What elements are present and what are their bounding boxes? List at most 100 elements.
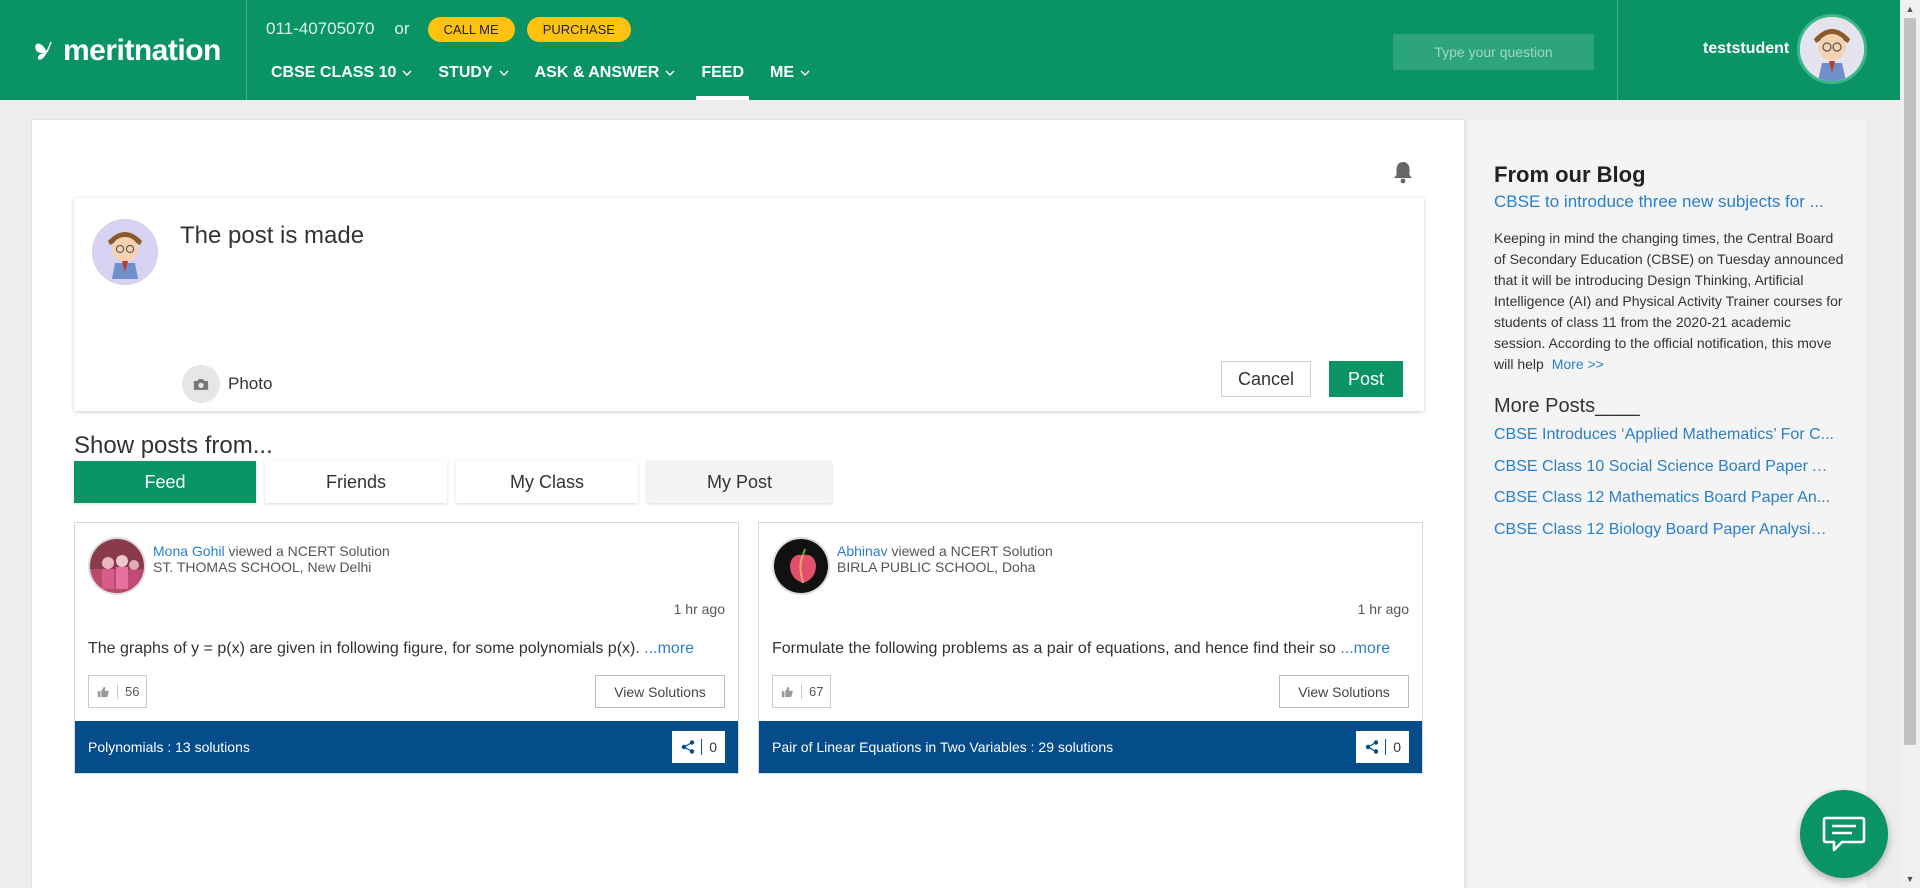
avatar[interactable]: [1797, 14, 1867, 84]
thumbs-up-icon: [89, 684, 118, 699]
chevron-down-icon: [499, 70, 509, 76]
more-link[interactable]: ...more: [1340, 640, 1390, 657]
tab-feed[interactable]: Feed: [74, 461, 256, 503]
chapter-solutions-label: Polynomials : 13 solutions: [88, 739, 250, 755]
blog-headline-link[interactable]: CBSE to introduce three new subjects for…: [1494, 192, 1834, 212]
more-post-link[interactable]: CBSE Class 12 Mathematics Board Paper An…: [1494, 488, 1834, 520]
post-button[interactable]: Post: [1329, 361, 1403, 397]
purchase-button[interactable]: PURCHASE: [526, 16, 631, 42]
share-button[interactable]: 0: [1356, 731, 1409, 763]
activity-text: viewed a NCERT Solution: [891, 543, 1053, 559]
nav-label: ASK & ANSWER: [534, 64, 660, 81]
question-body: The graphs of y = p(x) are given in foll…: [88, 640, 640, 657]
add-photo-button[interactable]: Photo: [182, 365, 272, 403]
contact-row: 011-40705070 or CALL ME PURCHASE: [266, 16, 643, 42]
share-button[interactable]: 0: [672, 731, 725, 763]
tab-friends[interactable]: Friends: [265, 461, 447, 503]
chapter-solutions-label: Pair of Linear Equations in Two Variable…: [772, 739, 1114, 755]
post-filter-tabs: Feed Friends My Class My Post: [74, 461, 841, 503]
scrollbar-thumb[interactable]: [1904, 18, 1916, 745]
nav-cbse-class-10[interactable]: CBSE CLASS 10: [271, 62, 412, 84]
butterfly-icon: [35, 41, 52, 60]
user-name-link[interactable]: Abhinav: [837, 543, 888, 559]
logo-text: meritnation: [63, 34, 221, 67]
nav-label: STUDY: [438, 64, 493, 81]
share-icon: [673, 739, 703, 755]
nav-me[interactable]: ME: [770, 62, 810, 84]
feed-card-header: Abhinav viewed a NCERT Solution BIRLA PU…: [837, 543, 1053, 575]
scroll-up-arrow-icon[interactable]: ▲: [1904, 2, 1916, 16]
call-me-button[interactable]: CALL ME: [427, 16, 515, 42]
nav-label: CBSE CLASS 10: [271, 64, 397, 81]
view-solutions-button[interactable]: View Solutions: [595, 675, 725, 708]
avatar: [92, 219, 158, 285]
camera-icon: [182, 365, 220, 403]
show-posts-title: Show posts from...: [74, 432, 273, 459]
question-search-input[interactable]: Type your question: [1393, 34, 1594, 70]
activity-text: viewed a NCERT Solution: [228, 543, 390, 559]
feed-card: Abhinav viewed a NCERT Solution BIRLA PU…: [758, 522, 1423, 774]
cancel-button[interactable]: Cancel: [1221, 361, 1311, 397]
user-name-link[interactable]: Mona Gohil: [153, 543, 225, 559]
scroll-down-arrow-icon[interactable]: ▼: [1904, 872, 1916, 886]
question-body: Formulate the following problems as a pa…: [772, 640, 1336, 657]
more-post-link[interactable]: CBSE Class 10 Social Science Board Paper…: [1494, 457, 1834, 489]
tab-my-class[interactable]: My Class: [456, 461, 638, 503]
like-button[interactable]: 56: [88, 675, 148, 708]
top-header: meritnation 011-40705070 or CALL ME PURC…: [0, 0, 1900, 100]
post-time: 1 hr ago: [1357, 601, 1409, 617]
page-scrollbar[interactable]: ▲ ▼: [1900, 0, 1920, 888]
avatar[interactable]: [772, 537, 830, 595]
chevron-down-icon: [665, 70, 675, 76]
feed-card: Mona Gohil viewed a NCERT Solution ST. T…: [74, 522, 739, 774]
nav-study[interactable]: STUDY: [438, 62, 509, 84]
share-icon: [1357, 739, 1387, 755]
more-posts-list: CBSE Introduces ‘Applied Mathematics’ Fo…: [1494, 425, 1834, 551]
school-name: ST. THOMAS SCHOOL, New Delhi: [153, 559, 372, 575]
like-count: 56: [125, 684, 140, 699]
chevron-down-icon: [800, 70, 810, 76]
share-count: 0: [1393, 739, 1401, 755]
main-nav: CBSE CLASS 10 STUDY ASK & ANSWER FEED ME: [271, 62, 836, 100]
share-count: 0: [709, 739, 717, 755]
post-time: 1 hr ago: [673, 601, 725, 617]
or-text: or: [394, 19, 410, 38]
student-avatar-icon: [92, 219, 158, 285]
feed-card-header: Mona Gohil viewed a NCERT Solution ST. T…: [153, 543, 390, 575]
blog-excerpt: Keeping in mind the changing times, the …: [1494, 228, 1844, 375]
view-solutions-button[interactable]: View Solutions: [1279, 675, 1409, 708]
feed-card-footer[interactable]: Pair of Linear Equations in Two Variable…: [759, 721, 1422, 773]
header-divider: [246, 0, 247, 100]
blog-more-link[interactable]: More >>: [1552, 356, 1604, 372]
chat-button[interactable]: [1800, 790, 1888, 878]
more-post-link[interactable]: CBSE Class 12 Biology Board Paper Analys…: [1494, 520, 1834, 552]
header-divider: [1617, 0, 1618, 100]
blog-excerpt-text: Keeping in mind the changing times, the …: [1494, 230, 1844, 372]
like-count: 67: [809, 684, 824, 699]
more-post-link[interactable]: CBSE Introduces ‘Applied Mathematics’ Fo…: [1494, 425, 1834, 457]
bell-icon[interactable]: [1392, 160, 1414, 184]
tab-my-post[interactable]: My Post: [647, 461, 832, 503]
like-button[interactable]: 67: [772, 675, 832, 708]
avatar[interactable]: [88, 537, 146, 595]
more-posts-title: More Posts____: [1494, 395, 1640, 417]
school-name: BIRLA PUBLIC SCHOOL, Doha: [837, 559, 1036, 575]
nav-ask-answer[interactable]: ASK & ANSWER: [535, 62, 676, 84]
meritnation-logo[interactable]: meritnation: [32, 34, 221, 68]
phone-number: 011-40705070: [266, 19, 375, 38]
nav-feed[interactable]: FEED: [696, 62, 749, 100]
post-composer: The post is made Photo Cancel Post: [74, 198, 1424, 411]
user-photo-icon: [774, 539, 828, 593]
feed-card-footer[interactable]: Polynomials : 13 solutions 0: [75, 721, 738, 773]
nav-label: FEED: [701, 64, 745, 81]
user-photo-icon: [90, 539, 144, 593]
question-text: The graphs of y = p(x) are given in foll…: [88, 640, 694, 658]
chat-bubble-icon: [1822, 816, 1866, 852]
chevron-down-icon: [402, 70, 412, 76]
more-link[interactable]: ...more: [644, 640, 694, 657]
student-avatar-icon: [1800, 17, 1864, 81]
username[interactable]: teststudent: [1703, 40, 1789, 58]
thumbs-up-icon: [773, 684, 802, 699]
post-text-area[interactable]: The post is made: [180, 222, 364, 250]
question-text: Formulate the following problems as a pa…: [772, 640, 1390, 658]
